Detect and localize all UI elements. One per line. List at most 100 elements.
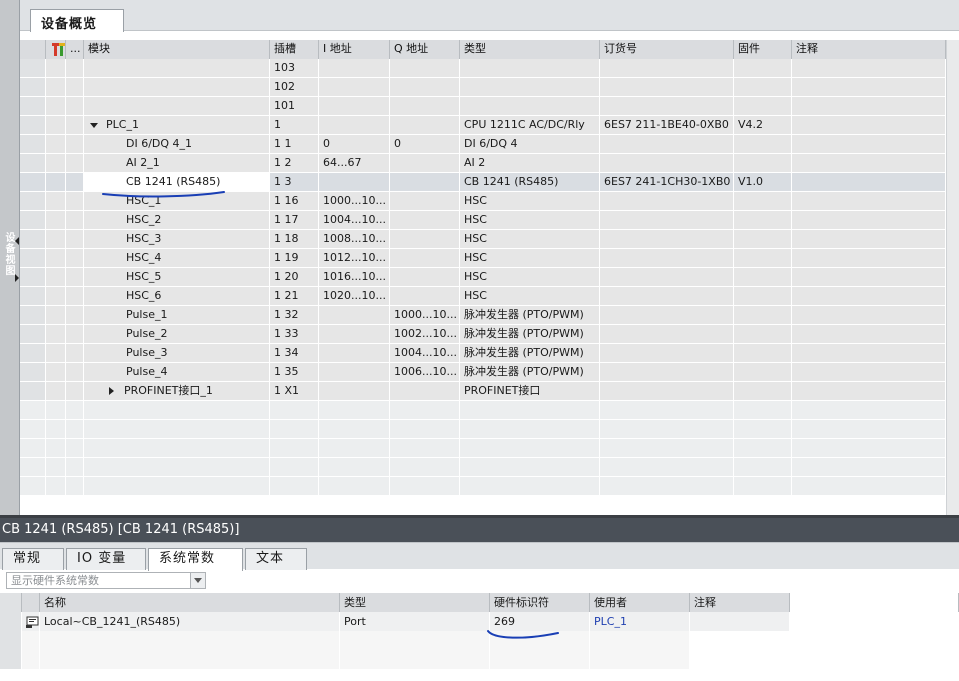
row-dots bbox=[66, 477, 84, 495]
module-name-text: CB 1241 (RS485) bbox=[126, 175, 221, 188]
tab-texts[interactable]: 文本 bbox=[245, 548, 307, 570]
header-q-address[interactable]: Q 地址 bbox=[390, 40, 460, 59]
module-name: Pulse_3 bbox=[84, 344, 270, 362]
table-row[interactable]: Local~CB_1241_(RS485) Port 269 PLC_1 bbox=[0, 612, 959, 631]
header-dots[interactable]: ... bbox=[66, 40, 84, 59]
module-type: AI 2 bbox=[460, 154, 600, 172]
device-view-side-panel[interactable]: 设备视图 bbox=[0, 0, 20, 515]
empty-row bbox=[0, 631, 959, 650]
table-row[interactable]: HSC_1 1 16 1000...10... HSC bbox=[20, 192, 946, 211]
module-firmware bbox=[734, 135, 792, 153]
table-row[interactable]: CB 1241 (RS485) 1 3 CB 1241 (RS485) 6ES7 24… bbox=[20, 173, 946, 192]
tab-device-overview[interactable]: 设备概览 bbox=[30, 9, 124, 32]
table-row[interactable]: Pulse_3 1 34 1004...10... 脉冲发生器 (PTO/PWM) bbox=[20, 344, 946, 363]
module-order-number bbox=[600, 135, 734, 153]
module-slot: 1 17 bbox=[270, 211, 319, 229]
row-diagnostics bbox=[46, 230, 66, 248]
header-order-number[interactable]: 订货号 bbox=[600, 40, 734, 59]
module-order-number bbox=[600, 78, 734, 96]
module-name: PROFINET接口_1 bbox=[84, 382, 270, 400]
table-row[interactable]: HSC_4 1 19 1012...10... HSC bbox=[20, 249, 946, 268]
table-row[interactable]: PLC_1 1 CPU 1211C AC/DC/Rly 6ES7 211-1BE40-… bbox=[20, 116, 946, 135]
row-grip bbox=[20, 154, 46, 172]
constants-header-type[interactable]: 类型 bbox=[340, 593, 490, 612]
module-i-address bbox=[319, 458, 390, 476]
constants-header-name[interactable]: 名称 bbox=[40, 593, 340, 612]
header-diagnostics[interactable] bbox=[46, 40, 66, 59]
module-type: HSC bbox=[460, 230, 600, 248]
module-q-address: 1006...10... bbox=[390, 363, 460, 381]
header-comment[interactable]: 注释 bbox=[792, 40, 946, 59]
module-name-text: Pulse_1 bbox=[126, 308, 168, 321]
expand-toggle-icon[interactable] bbox=[90, 122, 98, 128]
dropdown-selected-text: 显示硬件系统常数 bbox=[11, 574, 99, 587]
empty-cell bbox=[490, 650, 590, 669]
module-comment bbox=[792, 154, 946, 172]
table-row[interactable]: 103 bbox=[20, 59, 946, 78]
row-diagnostics bbox=[46, 363, 66, 381]
constant-user[interactable]: PLC_1 bbox=[590, 612, 690, 631]
module-order-number bbox=[600, 325, 734, 343]
module-name-text: Pulse_4 bbox=[126, 365, 168, 378]
empty-cell bbox=[340, 650, 490, 669]
empty-cell bbox=[590, 631, 690, 650]
row-dots bbox=[66, 249, 84, 267]
module-name bbox=[84, 78, 270, 96]
module-firmware: V1.0 bbox=[734, 173, 792, 191]
table-row[interactable]: DI 6/DQ 4_1 1 1 0 0 DI 6/DQ 4 bbox=[20, 135, 946, 154]
row-diagnostics bbox=[46, 306, 66, 324]
module-type: HSC bbox=[460, 268, 600, 286]
collapse-left-icon[interactable] bbox=[15, 237, 19, 245]
table-row[interactable]: PROFINET接口_1 1 X1 PROFINET接口 bbox=[20, 382, 946, 401]
row-grip bbox=[20, 59, 46, 77]
module-comment bbox=[792, 458, 946, 476]
row-grip bbox=[20, 344, 46, 362]
module-order-number bbox=[600, 477, 734, 495]
module-q-address bbox=[390, 192, 460, 210]
table-row[interactable]: HSC_3 1 18 1008...10... HSC bbox=[20, 230, 946, 249]
module-i-address bbox=[319, 477, 390, 495]
module-type: CB 1241 (RS485) bbox=[460, 173, 600, 191]
constant-row-icon bbox=[22, 612, 40, 631]
table-row[interactable]: AI 2_1 1 2 64...67 AI 2 bbox=[20, 154, 946, 173]
module-slot: 1 X1 bbox=[270, 382, 319, 400]
expand-right-icon[interactable] bbox=[15, 274, 19, 282]
module-i-address bbox=[319, 344, 390, 362]
module-q-address bbox=[390, 420, 460, 438]
tab-io-tags[interactable]: IO 变量 bbox=[66, 548, 146, 570]
chevron-down-icon[interactable] bbox=[190, 573, 205, 588]
header-firmware[interactable]: 固件 bbox=[734, 40, 792, 59]
module-slot: 1 32 bbox=[270, 306, 319, 324]
module-firmware bbox=[734, 325, 792, 343]
row-diagnostics bbox=[46, 192, 66, 210]
table-row[interactable]: HSC_6 1 21 1020...10... HSC bbox=[20, 287, 946, 306]
collapse-toggle-icon[interactable] bbox=[109, 387, 114, 395]
system-constants-filter-dropdown[interactable]: 显示硬件系统常数 bbox=[6, 572, 206, 589]
constant-comment[interactable] bbox=[690, 612, 790, 631]
module-order-number bbox=[600, 363, 734, 381]
header-i-address[interactable]: I 地址 bbox=[319, 40, 390, 59]
constants-header-comment[interactable]: 注释 bbox=[690, 593, 790, 612]
constants-header-user[interactable]: 使用者 bbox=[590, 593, 690, 612]
table-row[interactable]: HSC_5 1 20 1016...10... HSC bbox=[20, 268, 946, 287]
table-row[interactable]: Pulse_4 1 35 1006...10... 脉冲发生器 (PTO/PWM) bbox=[20, 363, 946, 382]
row-grip bbox=[20, 173, 46, 191]
module-slot bbox=[270, 458, 319, 476]
module-name-text: PLC_1 bbox=[106, 118, 139, 131]
header-slot[interactable]: 插槽 bbox=[270, 40, 319, 59]
overview-vertical-scrollbar[interactable] bbox=[946, 40, 959, 515]
table-row[interactable]: Pulse_1 1 32 1000...10... 脉冲发生器 (PTO/PWM) bbox=[20, 306, 946, 325]
module-type bbox=[460, 420, 600, 438]
constants-header-hwid[interactable]: 硬件标识符 bbox=[490, 593, 590, 612]
table-row[interactable]: HSC_2 1 17 1004...10... HSC bbox=[20, 211, 946, 230]
tab-general[interactable]: 常规 bbox=[2, 548, 64, 570]
table-row[interactable]: 101 bbox=[20, 97, 946, 116]
table-row[interactable]: 102 bbox=[20, 78, 946, 97]
module-comment bbox=[792, 363, 946, 381]
header-module[interactable]: 模块 bbox=[84, 40, 270, 59]
table-row[interactable]: Pulse_2 1 33 1002...10... 脉冲发生器 (PTO/PWM) bbox=[20, 325, 946, 344]
row-diagnostics bbox=[46, 135, 66, 153]
header-type[interactable]: 类型 bbox=[460, 40, 600, 59]
module-firmware bbox=[734, 249, 792, 267]
tab-system-constants[interactable]: 系统常数 bbox=[148, 548, 243, 571]
